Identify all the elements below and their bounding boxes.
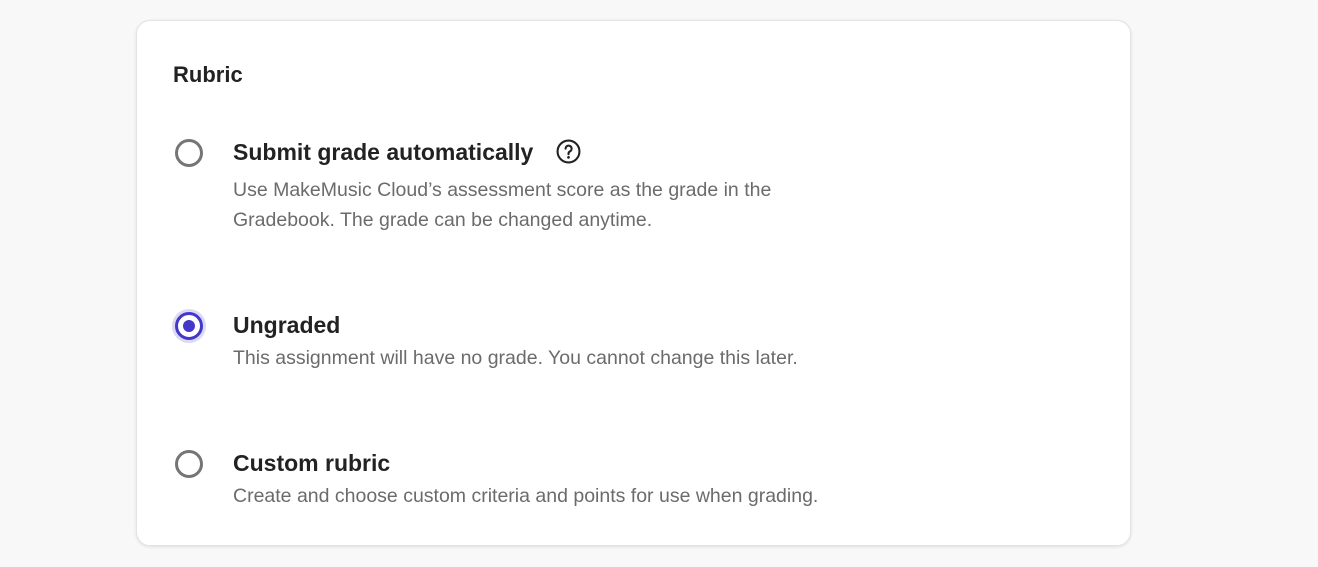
rubric-card: Rubric Submit grade automatically Use Ma… — [136, 20, 1131, 546]
auto-grade-description: Use MakeMusic Cloud’s assessment score a… — [233, 179, 772, 231]
auto-grade-radio[interactable] — [175, 139, 203, 167]
rubric-title: Rubric — [173, 62, 243, 87]
ungraded-description: This assignment will have no grade. You … — [233, 347, 798, 369]
auto-grade-label: Submit grade automatically — [233, 139, 534, 165]
custom-rubric-description: Create and choose custom criteria and po… — [233, 485, 819, 507]
ungraded-label: Ungraded — [233, 312, 341, 338]
help-icon[interactable] — [556, 139, 581, 164]
custom-rubric-radio[interactable] — [175, 450, 203, 478]
ungraded-radio[interactable] — [175, 312, 203, 340]
custom-rubric-label: Custom rubric — [233, 450, 391, 476]
